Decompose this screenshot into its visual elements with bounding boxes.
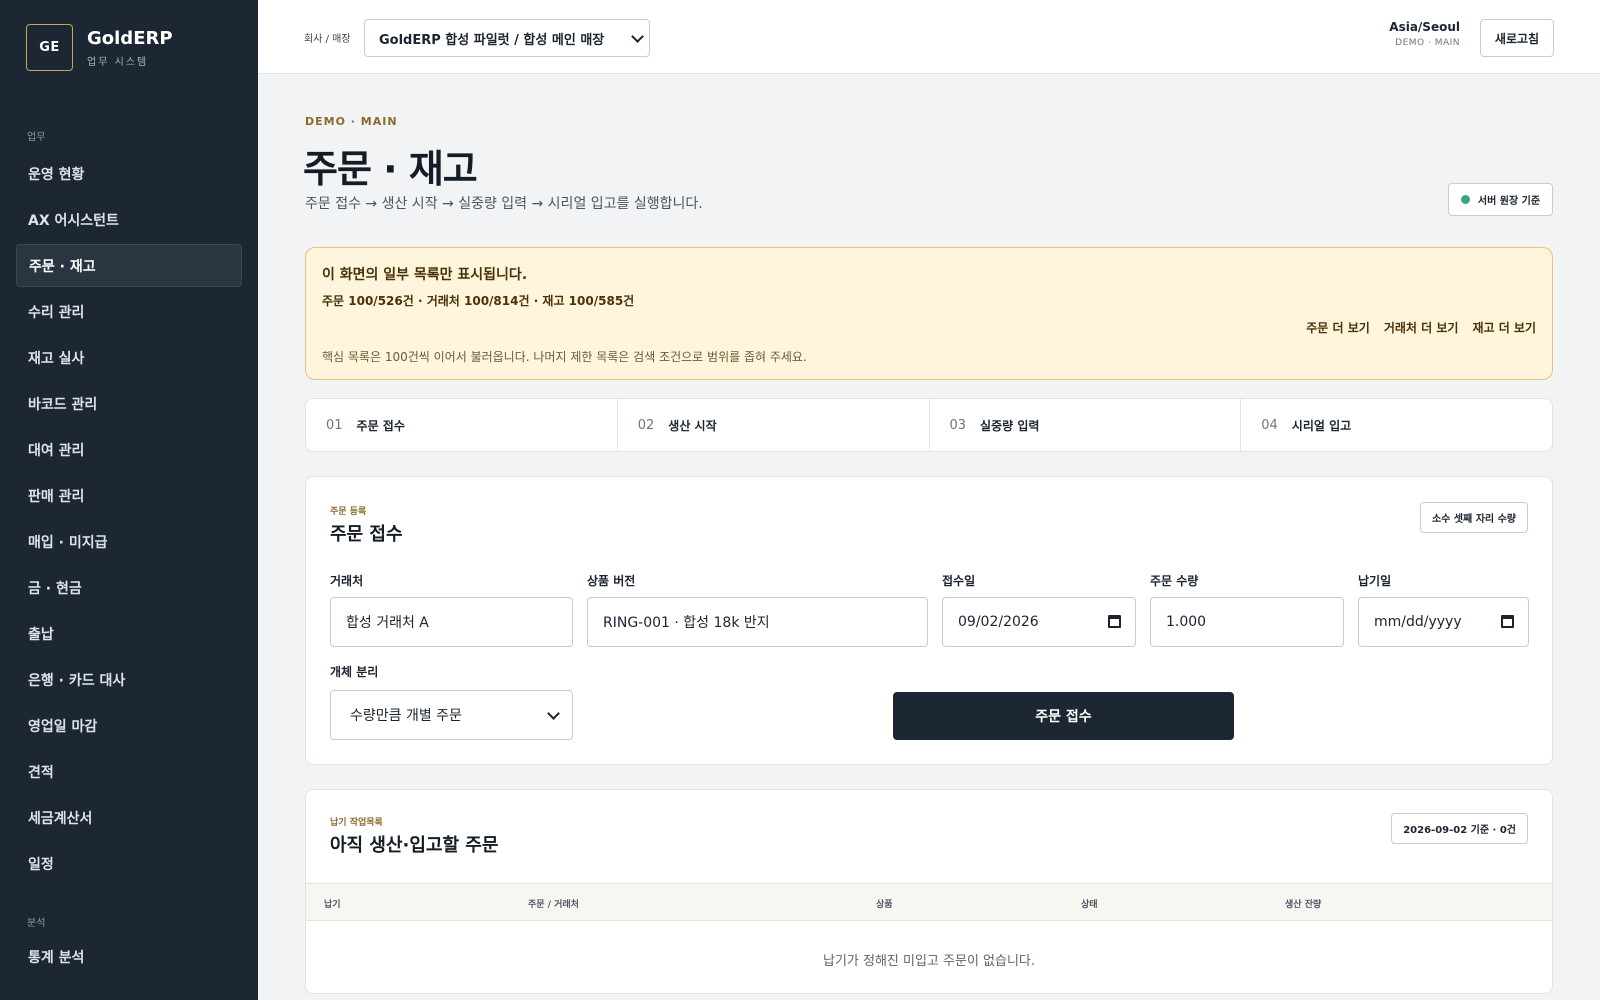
received-date-input[interactable]: 09/02/2026: [942, 597, 1136, 647]
sidebar-item-repair[interactable]: 수리 관리: [16, 290, 242, 333]
sidebar-item-orders-inventory[interactable]: 주문 · 재고: [16, 244, 242, 287]
column-header-order-client[interactable]: 주문 / 거래처: [528, 897, 579, 910]
step-number: 01: [326, 417, 343, 433]
workflow-steps: 01 주문 접수 02 생산 시작 03 실중량 입력 04 시리얼 입고: [305, 398, 1553, 452]
server-ledger-badge: 서버 원장 기준: [1448, 183, 1553, 216]
order-qty-input[interactable]: 1.000: [1150, 597, 1344, 647]
submit-order-button[interactable]: 주문 접수: [893, 692, 1234, 740]
sidebar-item-statistics[interactable]: 통계 분석: [16, 935, 242, 978]
step-order-intake[interactable]: 01 주문 접수: [306, 399, 618, 451]
step-serial-receipt[interactable]: 04 시리얼 입고: [1241, 399, 1552, 451]
due-date-label: 납기일: [1358, 574, 1392, 588]
due-date-count-chip: 2026-09-02 기준 · 0건: [1391, 813, 1528, 844]
company-select[interactable]: GoldERP 합성 파일럿 / 합성 메인 매장: [364, 19, 650, 57]
partial-list-notice: 이 화면의 일부 목록만 표시됩니다. 주문 100/526건 · 거래처 10…: [305, 247, 1553, 380]
sidebar-item-sales[interactable]: 판매 관리: [16, 474, 242, 517]
due-worklist-card: 납기 작업목록 아직 생산·입고할 주문 2026-09-02 기준 · 0건 …: [305, 789, 1553, 994]
product-version-input[interactable]: RING-001 · 합성 18k 반지: [587, 597, 928, 647]
sidebar-item-purchases-payables[interactable]: 매입 · 미지급: [16, 520, 242, 563]
step-number: 04: [1261, 417, 1278, 433]
timezone: Asia/Seoul DEMO · MAIN: [1389, 20, 1460, 48]
received-date-label: 접수일: [942, 574, 976, 588]
nav-section-analysis: 분석: [27, 918, 46, 929]
sidebar-item-rental[interactable]: 대여 관리: [16, 428, 242, 471]
client-label: 거래처: [330, 574, 364, 588]
page-eyebrow: DEMO · MAIN: [305, 115, 398, 128]
calendar-icon[interactable]: [1108, 615, 1121, 628]
step-label: 생산 시작: [668, 418, 717, 433]
company-label: 회사 / 매장: [304, 34, 351, 45]
due-date-input[interactable]: mm/dd/yyyy: [1358, 597, 1529, 647]
nav-section-work: 업무: [27, 132, 46, 143]
split-select-value: 수량만큼 개별 주문: [350, 708, 462, 724]
split-label: 개체 분리: [330, 665, 379, 679]
sidebar-item-gold-cash[interactable]: 금 · 현금: [16, 566, 242, 609]
step-number: 03: [949, 417, 967, 433]
brand[interactable]: GE GoldERP 업무 시스템: [26, 24, 173, 71]
card-eyebrow: 납기 작업목록: [330, 818, 383, 828]
step-number: 02: [637, 417, 655, 433]
brand-logo: GE: [26, 24, 73, 71]
sidebar-item-tax-invoice[interactable]: 세금계산서: [16, 796, 242, 839]
page-description: 주문 접수 → 생산 시작 → 실중량 입력 → 시리얼 입고를 실행합니다.: [305, 196, 703, 212]
sidebar-item-cashbook[interactable]: 출납: [16, 612, 242, 655]
page-title: 주문 · 재고: [303, 147, 478, 191]
sidebar-item-barcode[interactable]: 바코드 관리: [16, 382, 242, 425]
order-intake-card: 주문 등록 주문 접수 소수 셋째 자리 수량 거래처 합성 거래처 A 상품 …: [305, 476, 1553, 765]
column-header-due[interactable]: 납기: [324, 897, 341, 910]
column-header-remaining[interactable]: 생산 잔량: [1285, 897, 1321, 910]
brand-name: GoldERP: [87, 27, 173, 49]
product-label: 상품 버전: [587, 574, 636, 588]
step-production-start[interactable]: 02 생산 시작: [618, 399, 930, 451]
sidebar-item-ax-assistant[interactable]: AX 어시스턴트: [16, 198, 242, 241]
refresh-button[interactable]: 새로고침: [1480, 19, 1554, 57]
topbar: 회사 / 매장 GoldERP 합성 파일럿 / 합성 메인 매장 Asia/S…: [258, 0, 1600, 74]
sidebar: GE GoldERP 업무 시스템 업무 운영 현황 AX 어시스턴트 주문 ·…: [0, 0, 258, 1000]
sidebar-item-schedule[interactable]: 일정: [16, 842, 242, 885]
calendar-icon[interactable]: [1501, 615, 1514, 628]
received-date-value: 09/02/2026: [958, 614, 1039, 630]
table-header: 납기 주문 / 거래처 상품 상태 생산 잔량: [306, 883, 1552, 921]
client-input[interactable]: 합성 거래처 A: [330, 597, 573, 647]
notice-title: 이 화면의 일부 목록만 표시됩니다.: [322, 267, 528, 283]
column-header-product[interactable]: 상품: [876, 897, 893, 910]
sidebar-item-operations[interactable]: 운영 현황: [16, 152, 242, 195]
notice-note: 핵심 목록은 100건씩 이어서 불러옵니다. 나머지 제한 목록은 검색 조건…: [322, 350, 807, 364]
timezone-name: Asia/Seoul: [1389, 20, 1460, 34]
step-label: 시리얼 입고: [1291, 418, 1352, 433]
empty-state-message: 납기가 정해진 미입고 주문이 없습니다.: [822, 954, 1036, 969]
step-actual-weight[interactable]: 03 실중량 입력: [930, 399, 1242, 451]
due-date-placeholder: mm/dd/yyyy: [1374, 614, 1462, 630]
brand-subtitle: 업무 시스템: [87, 56, 149, 68]
split-select[interactable]: 수량만큼 개별 주문: [330, 690, 573, 740]
step-label: 실중량 입력: [980, 418, 1040, 433]
card-title: 아직 생산·입고할 주문: [330, 835, 499, 856]
sidebar-item-quotes[interactable]: 견적: [16, 750, 242, 793]
order-qty-label: 주문 수량: [1150, 574, 1199, 588]
status-dot-icon: [1460, 195, 1470, 204]
card-title: 주문 접수: [330, 524, 403, 545]
column-header-status[interactable]: 상태: [1081, 897, 1098, 910]
sidebar-item-stocktake[interactable]: 재고 실사: [16, 336, 242, 379]
brand-text: GoldERP 업무 시스템: [87, 28, 173, 68]
notice-links: 주문 더 보기 거래처 더 보기 재고 더 보기: [1306, 319, 1536, 336]
more-clients-link[interactable]: 거래처 더 보기: [1384, 319, 1459, 336]
more-orders-link[interactable]: 주문 더 보기: [1306, 319, 1370, 336]
sidebar-item-bank-card-reconcile[interactable]: 은행 · 카드 대사: [16, 658, 242, 701]
sidebar-item-day-close[interactable]: 영업일 마감: [16, 704, 242, 747]
timezone-sub: DEMO · MAIN: [1395, 38, 1460, 48]
step-label: 주문 접수: [356, 418, 405, 433]
notice-counts: 주문 100/526건 · 거래처 100/814건 · 재고 100/585건: [322, 294, 635, 308]
chevron-down-icon: [547, 707, 560, 720]
decimal-quantity-chip[interactable]: 소수 셋째 자리 수량: [1419, 502, 1528, 533]
more-inventory-link[interactable]: 재고 더 보기: [1472, 319, 1536, 336]
card-eyebrow: 주문 등록: [330, 507, 367, 517]
server-ledger-label: 서버 원장 기준: [1477, 196, 1541, 207]
